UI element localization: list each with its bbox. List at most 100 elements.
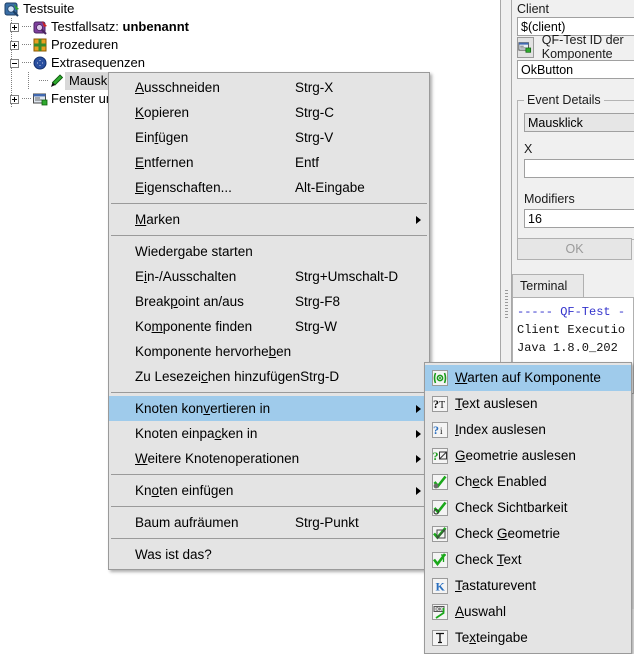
menu-item-accelerator: Strg-Punkt	[295, 515, 359, 530]
terminal-line: Java 1.8.0_202	[517, 341, 618, 355]
tree-connector	[22, 18, 32, 36]
x-input[interactable]	[524, 159, 634, 178]
submenu-item-texteingabe[interactable]: Texteingabe	[425, 625, 631, 651]
tree-expand-handle[interactable]	[6, 94, 22, 104]
keyboard-event-icon: K	[431, 578, 448, 595]
submenu-item-label: Index auslesen	[455, 422, 546, 437]
menu-separator	[111, 203, 427, 204]
convert-node-submenu[interactable]: Warten auf Komponente? T Text auslesen? i In…	[424, 362, 632, 654]
menu-item-label: Entfernen	[135, 155, 194, 170]
menu-item-zu-lesezeichen-hinzuf-gen[interactable]: Zu Lesezeichen hinzufügen Strg-D	[109, 364, 429, 389]
submenu-item-tastaturevent[interactable]: K Tastaturevent	[425, 573, 631, 599]
submenu-item-auswahl[interactable]: OK Auswahl	[425, 599, 631, 625]
check-enabled-icon	[431, 474, 448, 491]
submenu-item-label: Geometrie auslesen	[455, 448, 576, 463]
menu-item-eigenschaften[interactable]: Eigenschaften... Alt-Eingabe	[109, 175, 429, 200]
menu-item-breakpoint-an-aus[interactable]: Breakpoint an/aus Strg-F8	[109, 289, 429, 314]
svg-text:?: ?	[433, 423, 439, 437]
menu-item-marken[interactable]: Marken	[109, 207, 429, 232]
submenu-item-warten-auf-komponente[interactable]: Warten auf Komponente	[425, 365, 631, 391]
menu-item-accelerator: Strg-W	[295, 319, 337, 334]
menu-item-accelerator: Entf	[295, 155, 320, 170]
submenu-item-label: Warten auf Komponente	[455, 370, 601, 385]
menu-item-ausschneiden[interactable]: Ausschneiden Strg-X	[109, 75, 429, 100]
menu-separator	[111, 538, 427, 539]
menu-item-komponente-hervorheben[interactable]: Komponente hervorheben	[109, 339, 429, 364]
menu-item-baum-aufr-umen[interactable]: Baum aufräumen Strg-Punkt	[109, 510, 429, 535]
submenu-item-index-auslesen[interactable]: ? i Index auslesen	[425, 417, 631, 443]
submenu-item-label: Check Sichtbarkeit	[455, 500, 568, 515]
submenu-item-check-enabled[interactable]: Check Enabled	[425, 469, 631, 495]
qftest-id-input[interactable]: OkButton	[517, 60, 634, 79]
divider-grip[interactable]	[505, 290, 508, 318]
menu-item-knoten-einf-gen[interactable]: Knoten einfügen	[109, 478, 429, 503]
client-label: Client	[517, 2, 549, 16]
submenu-item-label: Tastaturevent	[455, 578, 537, 593]
menu-separator	[111, 506, 427, 507]
menu-item-was-ist-das[interactable]: Was ist das?	[109, 542, 429, 567]
tab-terminal[interactable]: Terminal	[512, 274, 584, 297]
menu-item-kopieren[interactable]: Kopieren Strg-C	[109, 100, 429, 125]
menu-item-label: Breakpoint an/aus	[135, 294, 244, 309]
fetch-geometry-icon: ?	[431, 448, 448, 465]
event-type-input[interactable]: Mausklick	[524, 113, 634, 132]
terminal-line: ----- QF-Test -	[517, 305, 626, 319]
selection-icon: OK	[431, 604, 448, 621]
menu-item-knoten-konvertieren-in[interactable]: Knoten konvertieren in	[109, 396, 429, 421]
wait-for-component-icon	[431, 370, 448, 387]
svg-text:?: ?	[432, 449, 438, 463]
svg-text:OK: OK	[435, 607, 441, 612]
submenu-item-check-sichtbarkeit[interactable]: Check Sichtbarkeit	[425, 495, 631, 521]
tree-connector	[39, 72, 49, 90]
menu-item-label: Baum aufräumen	[135, 515, 239, 530]
tree-connector	[22, 36, 32, 54]
submenu-arrow-icon	[416, 454, 421, 463]
tree-connector	[22, 54, 32, 72]
menu-item-label: Knoten konvertieren in	[135, 401, 271, 416]
menu-item-einf-gen[interactable]: Einfügen Strg-V	[109, 125, 429, 150]
submenu-item-check-geometrie[interactable]: Check Geometrie	[425, 521, 631, 547]
tree-label: Testfallsatz: unbenannt	[51, 19, 189, 34]
menu-item-accelerator: Strg-C	[295, 105, 335, 120]
submenu-item-label: Texteingabe	[455, 630, 528, 645]
submenu-item-label: Auswahl	[455, 604, 507, 619]
menu-item-knoten-einpacken-in[interactable]: Knoten einpacken in	[109, 421, 429, 446]
tree-label: Testsuite	[23, 1, 75, 16]
menu-item-label: Wiedergabe starten	[135, 244, 253, 259]
menu-item-weitere-knotenoperationen[interactable]: Weitere Knotenoperationen	[109, 446, 429, 471]
menu-item-komponente-finden[interactable]: Komponente finden Strg-W	[109, 314, 429, 339]
svg-text:T: T	[439, 400, 445, 411]
tree-item-prozeduren[interactable]: Prozeduren	[0, 36, 118, 54]
procedures-icon	[32, 37, 48, 53]
tree-expand-handle[interactable]	[6, 40, 22, 50]
fetch-text-icon: ? T	[431, 396, 448, 413]
tree-collapse-handle[interactable]	[6, 58, 22, 68]
menu-item-ein-ausschalten[interactable]: Ein-/Ausschalten Strg+Umschalt-D	[109, 264, 429, 289]
submenu-item-label: Check Geometrie	[455, 526, 561, 541]
menu-item-wiedergabe-starten[interactable]: Wiedergabe starten	[109, 239, 429, 264]
menu-item-label: Einfügen	[135, 130, 189, 145]
tree-item-testsuite[interactable]: Testsuite	[0, 0, 74, 18]
menu-item-accelerator: Strg-D	[300, 369, 340, 384]
submenu-item-check-text[interactable]: Check Text	[425, 547, 631, 573]
submenu-arrow-icon	[416, 404, 421, 413]
menu-item-accelerator: Strg-V	[295, 130, 334, 145]
tree-expand-handle[interactable]	[6, 22, 22, 32]
svg-text:K: K	[435, 580, 445, 594]
menu-item-entfernen[interactable]: Entfernen Entf	[109, 150, 429, 175]
menu-separator	[111, 235, 427, 236]
modifiers-input[interactable]: 16	[524, 209, 634, 228]
tree-item-testfallsatz[interactable]: Testfallsatz: unbenannt	[0, 18, 189, 36]
menu-item-accelerator: Strg+Umschalt-D	[295, 269, 399, 284]
modifiers-label: Modifiers	[524, 192, 575, 206]
fetch-index-icon: ? i	[431, 422, 448, 439]
component-id-icon[interactable]	[517, 36, 534, 58]
submenu-item-label: Text auslesen	[455, 396, 538, 411]
submenu-arrow-icon	[416, 215, 421, 224]
submenu-item-label: Check Text	[455, 552, 522, 567]
submenu-item-geometrie-auslesen[interactable]: ? Geometrie auslesen	[425, 443, 631, 469]
tree-item-extrasequenzen[interactable]: Extrasequenzen	[0, 54, 145, 72]
ok-button[interactable]: OK	[517, 238, 632, 260]
submenu-item-text-auslesen[interactable]: ? T Text auslesen	[425, 391, 631, 417]
context-menu[interactable]: Ausschneiden Strg-X Kopieren Strg-C Einfügen…	[108, 72, 430, 570]
